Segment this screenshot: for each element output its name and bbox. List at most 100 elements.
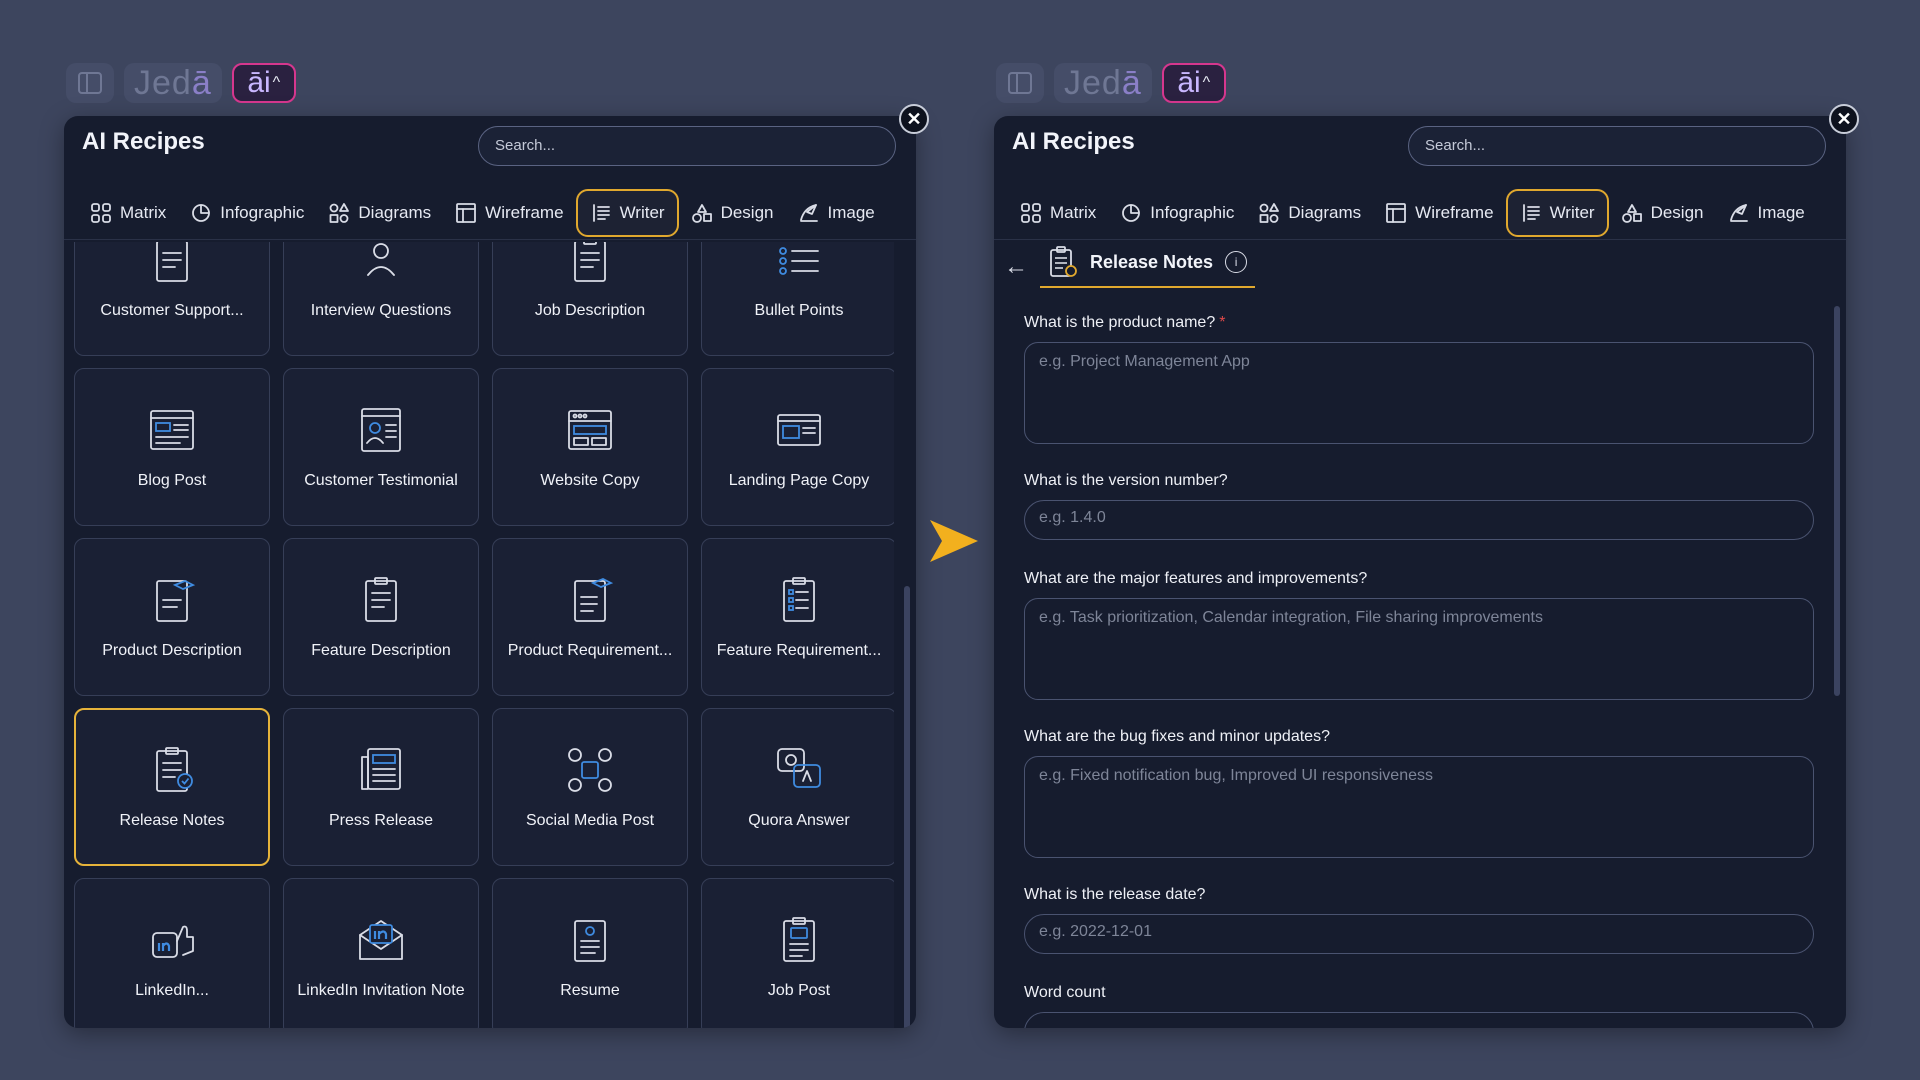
panel-title: AI Recipes [82, 128, 205, 155]
tab-label: Wireframe [1415, 202, 1494, 222]
tab-release-notes[interactable]: Release Notes i [1040, 246, 1256, 288]
ai-menu-button[interactable]: āi ^ [231, 63, 296, 103]
recipe-card[interactable]: Job Description [492, 242, 688, 356]
tab-writer[interactable]: Writer [575, 188, 679, 237]
ai-recipes-panel-right: AI Recipes Search... Matrix Infographic Di… [994, 116, 1846, 1028]
tab-writer[interactable]: Writer [1505, 188, 1609, 237]
recipe-card[interactable]: Social Media Post [492, 708, 688, 866]
recipe-card-label: Social Media Post [525, 811, 655, 829]
tab-image[interactable]: Image [1716, 189, 1817, 237]
tab-matrix[interactable]: Matrix [1008, 189, 1108, 237]
recipe-card[interactable]: Website Copy [492, 368, 688, 526]
scrollbar[interactable] [1834, 306, 1840, 696]
close-icon[interactable]: ✕ [1829, 104, 1859, 134]
job-post-icon [774, 915, 824, 970]
recipe-card[interactable]: Resume [492, 878, 688, 1028]
field-question: What is the version number? [1024, 472, 1228, 489]
tab-label: Matrix [1050, 202, 1097, 222]
recipe-card-label: LinkedIn Invitation Note [297, 981, 465, 999]
scrollbar[interactable] [904, 586, 910, 1028]
recipe-card[interactable]: Customer Support... [74, 242, 270, 356]
tab-image[interactable]: Image [786, 189, 887, 237]
text-input-field[interactable]: e.g. 2022-12-01 [1024, 914, 1814, 954]
tab-label: Wireframe [485, 202, 564, 222]
feature-description-icon [356, 575, 406, 630]
release-notes-header: ← Release Notes i [1004, 240, 1256, 294]
tab-infographic[interactable]: Infographic [1108, 189, 1246, 237]
tab-label: Image [1757, 202, 1805, 222]
blog-post-icon [147, 405, 197, 460]
tab-label: Diagrams [358, 202, 432, 222]
info-icon[interactable]: i [1225, 251, 1248, 273]
ai-menu-button[interactable]: āi ^ [1161, 63, 1226, 103]
release-notes-icon [147, 745, 197, 800]
bullet-points-icon [774, 242, 824, 290]
recipe-card[interactable]: Job Post [701, 878, 894, 1028]
recipe-card[interactable]: Bullet Points [701, 242, 894, 356]
back-arrow-icon[interactable]: ← [1004, 253, 1028, 281]
textarea-field[interactable]: e.g. Project Management App [1024, 342, 1814, 444]
recipe-card[interactable]: Feature Description [283, 538, 479, 696]
recipe-card[interactable]: Customer Testimonial [283, 368, 479, 526]
infographic-icon [190, 202, 212, 224]
sidebar-toggle-icon[interactable] [66, 63, 114, 103]
tab-wireframe[interactable]: Wireframe [443, 189, 575, 237]
ai-recipes-panel-left: AI Recipes Search... Matrix Infographic Di… [64, 116, 916, 1028]
support-doc-icon [147, 242, 197, 290]
recipe-card[interactable]: Landing Page Copy [701, 368, 894, 526]
recipe-card[interactable]: Product Description [74, 538, 270, 696]
recipe-card-label: Customer Testimonial [304, 471, 458, 489]
press-release-icon [356, 745, 406, 800]
recipe-card[interactable]: Feature Requirement... [701, 538, 894, 696]
product-description-icon [147, 575, 197, 630]
recipe-card[interactable]: Interview Questions [283, 242, 479, 356]
tab-design[interactable]: Design [679, 189, 786, 237]
recipe-card-label: Interview Questions [310, 301, 452, 319]
textarea-field[interactable]: e.g. Task prioritization, Calendar integ… [1024, 598, 1814, 700]
job-description-icon [565, 242, 615, 290]
field-question: What are the major features and improvem… [1024, 570, 1368, 587]
tab-matrix[interactable]: Matrix [78, 189, 178, 237]
search-input[interactable]: Search... [1408, 126, 1826, 166]
field-label: Word count [1024, 984, 1814, 1002]
tab-diagrams[interactable]: Diagrams [316, 189, 443, 237]
tab-wireframe[interactable]: Wireframe [1373, 189, 1505, 237]
text-input-field[interactable] [1024, 1012, 1814, 1028]
recipe-card-label: Job Post [767, 981, 831, 999]
recipe-card[interactable]: Press Release [283, 708, 479, 866]
close-icon[interactable]: ✕ [899, 104, 929, 134]
tab-label: Image [827, 202, 875, 222]
matrix-icon [90, 202, 112, 224]
jeda-logo[interactable]: Jed ā [124, 63, 222, 103]
right-toolbar: Jed ā āi ^ [996, 63, 1226, 103]
recipe-card[interactable]: LinkedIn... [74, 878, 270, 1028]
recipe-card[interactable]: Release Notes [74, 708, 270, 866]
sidebar-toggle-icon[interactable] [996, 63, 1044, 103]
jeda-logo[interactable]: Jed ā [1054, 63, 1152, 103]
feature-requirement-icon [774, 575, 824, 630]
recipe-card[interactable]: Quora Answer [701, 708, 894, 866]
tab-infographic[interactable]: Infographic [178, 189, 316, 237]
recipe-card-label: Blog Post [137, 471, 207, 489]
tab-design[interactable]: Design [1609, 189, 1716, 237]
tab-label: Infographic [220, 202, 305, 222]
search-input[interactable]: Search... [478, 126, 896, 166]
writer-icon [590, 202, 612, 224]
recipe-card-label: Job Description [534, 301, 646, 319]
resume-icon [565, 915, 615, 970]
left-toolbar: Jed ā āi ^ [66, 63, 296, 103]
release-notes-icon [1050, 246, 1077, 277]
recipe-card[interactable]: Product Requirement... [492, 538, 688, 696]
tab-label: Design [1650, 202, 1704, 222]
text-input-field[interactable]: e.g. 1.4.0 [1024, 500, 1814, 540]
recipe-card-label: Product Requirement... [507, 641, 673, 659]
recipe-card[interactable]: LinkedIn Invitation Note [283, 878, 479, 1028]
diagrams-icon [1258, 202, 1280, 224]
recipe-card[interactable]: Blog Post [74, 368, 270, 526]
quora-answer-icon [774, 745, 824, 800]
recipe-card-label: Customer Support... [100, 301, 244, 319]
tab-diagrams[interactable]: Diagrams [1246, 189, 1373, 237]
tab-label: Design [720, 202, 774, 222]
textarea-field[interactable]: e.g. Fixed notification bug, Improved UI… [1024, 756, 1814, 858]
testimonial-icon [356, 405, 406, 460]
